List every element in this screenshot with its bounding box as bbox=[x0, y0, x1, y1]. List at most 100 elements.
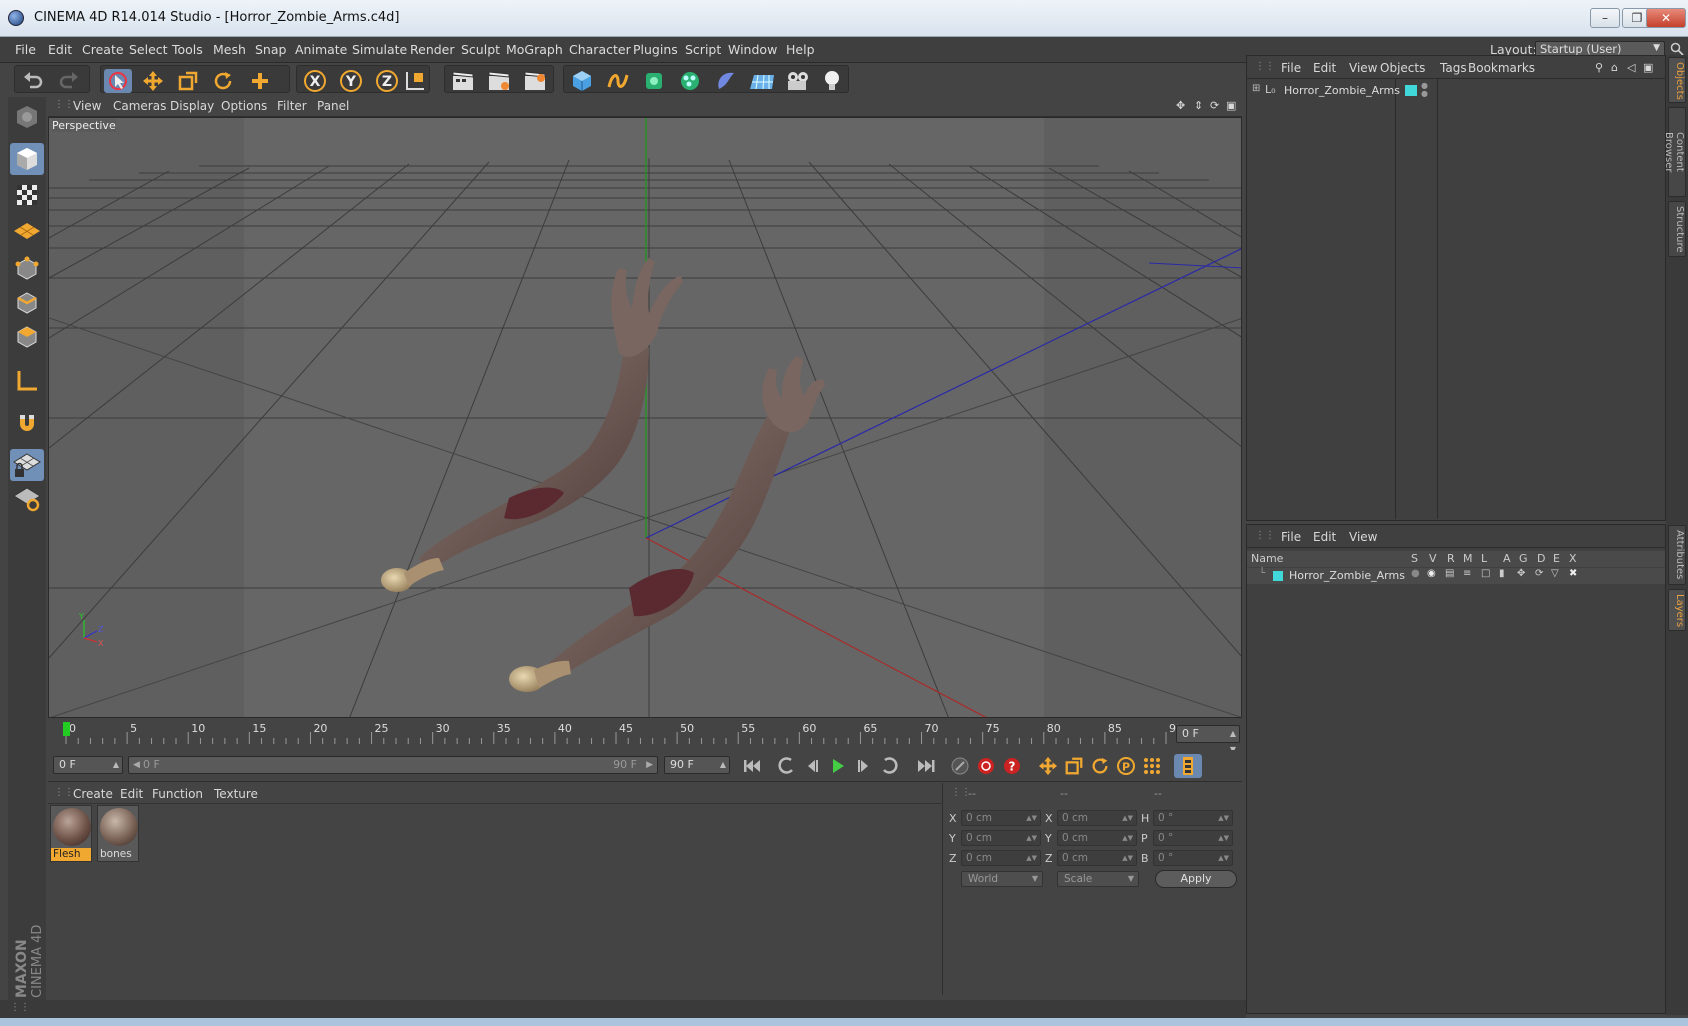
material-swatch-bones[interactable]: bones bbox=[97, 805, 139, 862]
menu-script[interactable]: Script bbox=[685, 42, 721, 57]
redo-icon[interactable] bbox=[55, 69, 83, 93]
timeline-ruler[interactable]: 051015202530354045505560657075808590 0 F… bbox=[48, 720, 1242, 754]
render-settings-icon[interactable] bbox=[521, 69, 549, 93]
column-render[interactable]: R bbox=[1447, 551, 1455, 567]
start-frame-field[interactable]: 0 F ▲ bbox=[53, 756, 123, 774]
go-to-end-icon[interactable] bbox=[914, 754, 938, 778]
current-frame-field[interactable]: 0 F▲▼ bbox=[1176, 725, 1240, 754]
apply-button[interactable]: Apply bbox=[1155, 870, 1237, 888]
solo-toggle-icon[interactable]: ● bbox=[1411, 568, 1420, 579]
object-menu-edit[interactable]: Edit bbox=[1313, 61, 1336, 75]
axis-mode-icon[interactable] bbox=[10, 365, 44, 397]
next-frame-icon[interactable] bbox=[852, 754, 876, 778]
size-z-field[interactable]: 0 cm ▲▼ bbox=[1057, 850, 1137, 866]
pos-y-field[interactable]: 0 cm ▲▼ bbox=[961, 830, 1041, 846]
pos-x-field[interactable]: 0 cm ▲▼ bbox=[961, 810, 1041, 826]
cube-primitive-icon[interactable] bbox=[568, 69, 596, 93]
live-selection-icon[interactable] bbox=[104, 69, 132, 93]
object-menu-objects[interactable]: Objects bbox=[1380, 61, 1425, 75]
tab-layers[interactable]: Layers bbox=[1668, 589, 1686, 631]
workplane-mode-icon[interactable] bbox=[10, 215, 44, 247]
timeline-scheme-icon[interactable] bbox=[1174, 754, 1202, 778]
planar-workplane-icon[interactable] bbox=[10, 483, 44, 515]
render-view-icon[interactable] bbox=[449, 69, 477, 93]
viewport-menu-options[interactable]: Options bbox=[221, 99, 267, 113]
scale-icon[interactable] bbox=[174, 69, 202, 93]
column-solo[interactable]: S bbox=[1411, 551, 1418, 567]
snap-icon[interactable] bbox=[10, 407, 44, 439]
record-point-level-icon[interactable] bbox=[1140, 754, 1164, 778]
search-icon[interactable] bbox=[1670, 42, 1684, 56]
column-name[interactable]: Name bbox=[1251, 551, 1283, 567]
deformer-icon[interactable] bbox=[712, 69, 740, 93]
object-menu-tags[interactable]: Tags bbox=[1440, 61, 1467, 75]
column-locked[interactable]: L bbox=[1481, 551, 1487, 567]
make-editable-icon[interactable] bbox=[10, 101, 44, 133]
menu-mesh[interactable]: Mesh bbox=[213, 42, 246, 57]
rot-p-field[interactable]: 0 ° ▲▼ bbox=[1153, 830, 1233, 846]
edges-mode-icon[interactable] bbox=[10, 287, 44, 319]
menu-edit[interactable]: Edit bbox=[48, 42, 72, 57]
layer-row[interactable]: └ Horror_Zombie_Arms ● ◉ ▤ ≡ □ ▮ ✥ ⟳ ▽ ✖ bbox=[1247, 568, 1665, 584]
menu-render[interactable]: Render bbox=[410, 42, 455, 57]
add-icon[interactable] bbox=[246, 69, 274, 93]
lock-toggle-icon[interactable]: □ bbox=[1481, 568, 1490, 579]
viewport-zoom-icon[interactable]: ⇕ bbox=[1194, 99, 1203, 112]
menu-plugins[interactable]: Plugins bbox=[633, 42, 678, 57]
column-xref[interactable]: X bbox=[1569, 551, 1577, 567]
previous-keyframe-icon[interactable] bbox=[774, 754, 798, 778]
minimize-button[interactable]: – bbox=[1590, 8, 1620, 28]
material-menu-create[interactable]: Create bbox=[73, 787, 113, 801]
search-icon[interactable]: ⚲ bbox=[1595, 61, 1603, 74]
column-generators[interactable]: G bbox=[1519, 551, 1528, 567]
undo-icon[interactable] bbox=[19, 69, 47, 93]
record-position-icon[interactable] bbox=[1036, 754, 1060, 778]
menu-snap[interactable]: Snap bbox=[255, 42, 286, 57]
tab-content-browser[interactable]: Content Browser bbox=[1663, 107, 1686, 197]
z-axis-lock-icon[interactable]: Z bbox=[373, 69, 401, 93]
autokeying-icon[interactable] bbox=[974, 754, 998, 778]
expressions-toggle-icon[interactable]: ▽ bbox=[1551, 568, 1559, 579]
layer-color-swatch[interactable] bbox=[1405, 85, 1417, 96]
texture-mode-icon[interactable] bbox=[10, 179, 44, 211]
column-deformers[interactable]: D bbox=[1537, 551, 1545, 567]
object-menu-file[interactable]: File bbox=[1281, 61, 1301, 75]
next-keyframe-icon[interactable] bbox=[878, 754, 902, 778]
column-view[interactable]: V bbox=[1429, 551, 1437, 567]
material-menu-edit[interactable]: Edit bbox=[120, 787, 143, 801]
material-swatch-flesh[interactable]: Flesh bbox=[50, 805, 92, 862]
layer-menu-view[interactable]: View bbox=[1349, 530, 1377, 544]
tab-structure[interactable]: Structure bbox=[1668, 201, 1686, 257]
animation-toggle-icon[interactable]: ▮ bbox=[1499, 568, 1505, 579]
size-x-field[interactable]: 0 cm ▲▼ bbox=[1057, 810, 1137, 826]
nurbs-icon[interactable] bbox=[640, 69, 668, 93]
viewport-menu-view[interactable]: View bbox=[73, 99, 101, 113]
perspective-viewport[interactable]: Y Z X Perspective bbox=[48, 117, 1242, 718]
rot-b-field[interactable]: 0 ° ▲▼ bbox=[1153, 850, 1233, 866]
previous-frame-icon[interactable] bbox=[800, 754, 824, 778]
viewport-orbit-icon[interactable]: ⟳ bbox=[1210, 99, 1219, 112]
menu-create[interactable]: Create bbox=[82, 42, 124, 57]
viewport-menu-display[interactable]: Display bbox=[170, 99, 214, 113]
frame-range-slider[interactable]: ◀ 0 F 90 F ▶ bbox=[128, 756, 658, 774]
column-manager[interactable]: M bbox=[1463, 551, 1473, 567]
menu-animate[interactable]: Animate bbox=[295, 42, 347, 57]
tab-objects[interactable]: Objects bbox=[1668, 57, 1686, 103]
object-menu-bookmarks[interactable]: Bookmarks bbox=[1468, 61, 1535, 75]
menu-file[interactable]: File bbox=[15, 42, 36, 57]
xref-toggle-icon[interactable]: ✖ bbox=[1569, 568, 1577, 579]
model-mode-icon[interactable] bbox=[10, 143, 44, 175]
new-panel-icon[interactable]: ▣ bbox=[1643, 61, 1653, 74]
record-active-objects-icon[interactable] bbox=[948, 754, 972, 778]
end-frame-field[interactable]: 90 F ▲ bbox=[664, 756, 730, 774]
menu-tools[interactable]: Tools bbox=[172, 42, 203, 57]
menu-window[interactable]: Window bbox=[728, 42, 777, 57]
polygons-mode-icon[interactable] bbox=[10, 321, 44, 353]
rot-h-field[interactable]: 0 ° ▲▼ bbox=[1153, 810, 1233, 826]
close-button[interactable]: ✕ bbox=[1646, 8, 1686, 28]
coordinate-system-icon[interactable] bbox=[401, 69, 429, 93]
tab-attributes[interactable]: Attributes bbox=[1668, 525, 1686, 585]
rotate-icon[interactable] bbox=[209, 69, 237, 93]
menu-select[interactable]: Select bbox=[129, 42, 168, 57]
size-mode-dropdown[interactable]: Scale ▼ bbox=[1057, 871, 1139, 887]
